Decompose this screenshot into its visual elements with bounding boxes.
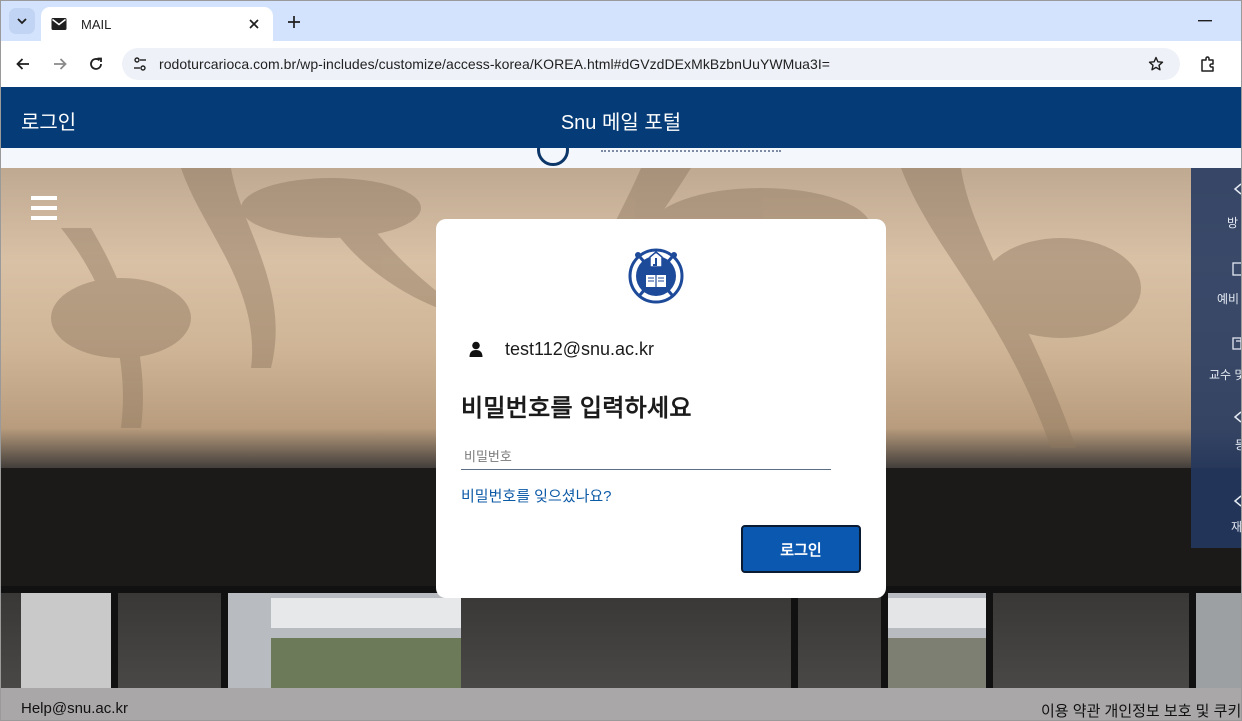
chevron-down-icon — [17, 18, 27, 25]
minimize-button[interactable] — [1193, 11, 1217, 31]
sub-header-strip — [1, 148, 1241, 168]
forward-button[interactable] — [48, 52, 72, 76]
login-card: test112@snu.ac.kr 비밀번호를 입력하세요 비밀번호를 잊으셨나… — [436, 219, 886, 598]
forgot-password-link[interactable]: 비밀번호를 잊으셨나요? — [461, 485, 612, 506]
browser-toolbar: rodoturcarioca.com.br/wp-includes/custom… — [1, 41, 1241, 87]
footer-links[interactable]: 이용 약관 개인정보 보호 및 쿠키 — [1041, 700, 1241, 720]
hamburger-menu-icon[interactable] — [31, 196, 57, 220]
chevron-left-icon — [1233, 183, 1241, 195]
site-info-icon[interactable] — [130, 54, 150, 74]
browser-window: MAIL rodoturcarioca.com.br/wp-includes/c… — [0, 0, 1242, 721]
document-icon — [1232, 262, 1241, 276]
close-icon[interactable] — [245, 15, 263, 33]
page-title: Snu 메일 포털 — [560, 112, 682, 134]
url-text[interactable]: rodoturcarioca.com.br/wp-includes/custom… — [159, 56, 830, 72]
browser-tab[interactable]: MAIL — [41, 7, 273, 41]
address-bar[interactable]: rodoturcarioca.com.br/wp-includes/custom… — [122, 48, 1180, 80]
minimize-icon — [1198, 20, 1212, 22]
top-header: 로그인 Snu 메일 포털 — [1, 87, 1241, 148]
help-email-link[interactable]: Help@snu.ac.kr — [21, 700, 128, 717]
new-tab-button[interactable] — [283, 11, 305, 33]
footer-bar: Help@snu.ac.kr 이용 약관 개인정보 보호 및 쿠키 — [1, 688, 1241, 720]
book-icon — [1232, 337, 1241, 350]
tab-search-button[interactable] — [9, 8, 35, 34]
reload-icon — [90, 57, 102, 70]
bookmark-star-icon[interactable] — [1146, 54, 1166, 74]
password-field[interactable] — [461, 444, 831, 470]
reload-button[interactable] — [84, 52, 108, 76]
puzzle-icon — [1201, 56, 1214, 72]
plus-icon — [288, 16, 300, 28]
chevron-left-icon — [1233, 411, 1241, 423]
back-button[interactable] — [11, 52, 35, 76]
account-row: test112@snu.ac.kr — [466, 338, 654, 360]
arrow-right-icon — [54, 58, 67, 70]
password-heading: 비밀번호를 입력하세요 — [461, 395, 692, 422]
sub-header-text — [601, 148, 781, 152]
logo-icon — [537, 148, 569, 166]
account-email: test112@snu.ac.kr — [505, 338, 655, 359]
tab-strip: MAIL — [1, 1, 1241, 41]
mail-icon — [51, 16, 67, 32]
web-page: 로그인 Snu 메일 포털 방 예비 교수 재 test112@snu.ac.k… — [1, 87, 1241, 720]
university-emblem — [628, 248, 684, 304]
login-button[interactable]: 로그인 — [741, 525, 861, 573]
side-quick-menu: 방 예비 교수 및 등 재 — [1191, 168, 1241, 548]
arrow-left-icon — [16, 58, 29, 70]
user-icon — [466, 339, 486, 359]
extensions-button[interactable] — [1196, 52, 1220, 76]
chevron-left-icon — [1233, 495, 1241, 507]
tab-title: MAIL — [81, 16, 112, 32]
